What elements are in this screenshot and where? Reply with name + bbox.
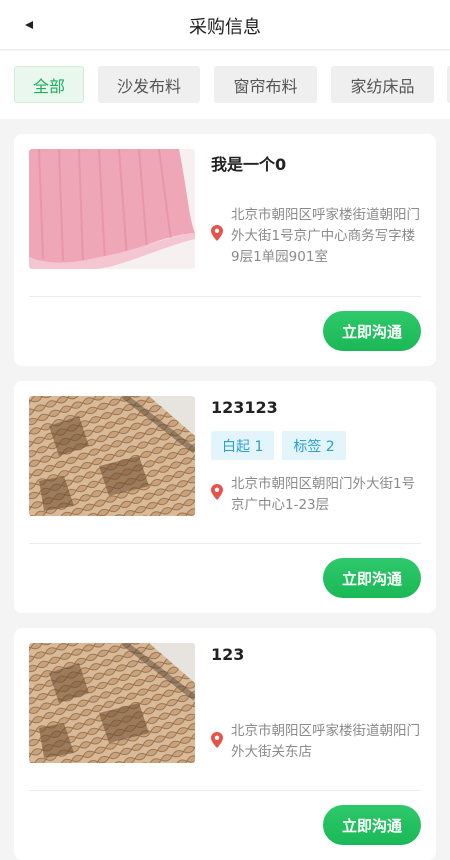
product-image [29,396,195,516]
address-row: 北京市朝阳区呼家楼街道朝阳门外大街1号京广中心商务写字楼9层1单园901室 [211,205,423,268]
item-address: 北京市朝阳区呼家楼街道朝阳门外大街1号京广中心商务写字楼9层1单园901室 [231,207,420,265]
item-title: 我是一个0 [211,155,287,174]
tag-list: 白起 1 标签 2 [211,431,346,460]
contact-now-button[interactable]: 立即沟通 [323,311,421,351]
contact-now-button[interactable]: 立即沟通 [323,558,421,598]
item-address: 北京市朝阳区呼家楼街道朝阳门外大街关东店 [231,723,420,760]
address-row: 北京市朝阳区朝阳门外大街1号京广中心1-23层 [211,474,423,516]
tab-home-textile[interactable]: 家纺床品 [331,66,434,103]
location-pin-icon [211,225,223,241]
nav-bar: 采购信息 [0,0,450,50]
product-image [29,643,195,763]
purchase-card[interactable]: 123123 白起 1 标签 2 北京市朝阳区朝阳门外大街1号京广中心1-23层… [14,381,436,613]
tab-sofa-fabric[interactable]: 沙发布料 [98,66,200,103]
purchase-card[interactable]: 我是一个0 北京市朝阳区呼家楼街道朝阳门外大街1号京广中心商务写字楼9层1单园9… [14,134,436,366]
category-tabs: 全部 沙发布料 窗帘布料 家纺床品 [0,51,450,119]
card-divider [29,296,421,297]
tab-curtain-fabric[interactable]: 窗帘布料 [214,66,317,103]
location-pin-icon [211,732,223,748]
item-title: 123123 [211,398,278,417]
purchase-card[interactable]: 123 北京市朝阳区呼家楼街道朝阳门外大街关东店 立即沟通 [14,628,436,860]
contact-now-button[interactable]: 立即沟通 [323,805,421,845]
tag: 白起 1 [211,431,275,460]
item-address: 北京市朝阳区朝阳门外大街1号京广中心1-23层 [231,476,416,513]
tab-all[interactable]: 全部 [14,66,84,103]
item-title: 123 [211,645,245,664]
card-divider [29,790,421,791]
address-row: 北京市朝阳区呼家楼街道朝阳门外大街关东店 [211,721,423,763]
product-image [29,149,195,269]
card-divider [29,543,421,544]
tag: 标签 2 [282,431,346,460]
page-title: 采购信息 [189,17,261,38]
location-pin-icon [211,484,223,500]
